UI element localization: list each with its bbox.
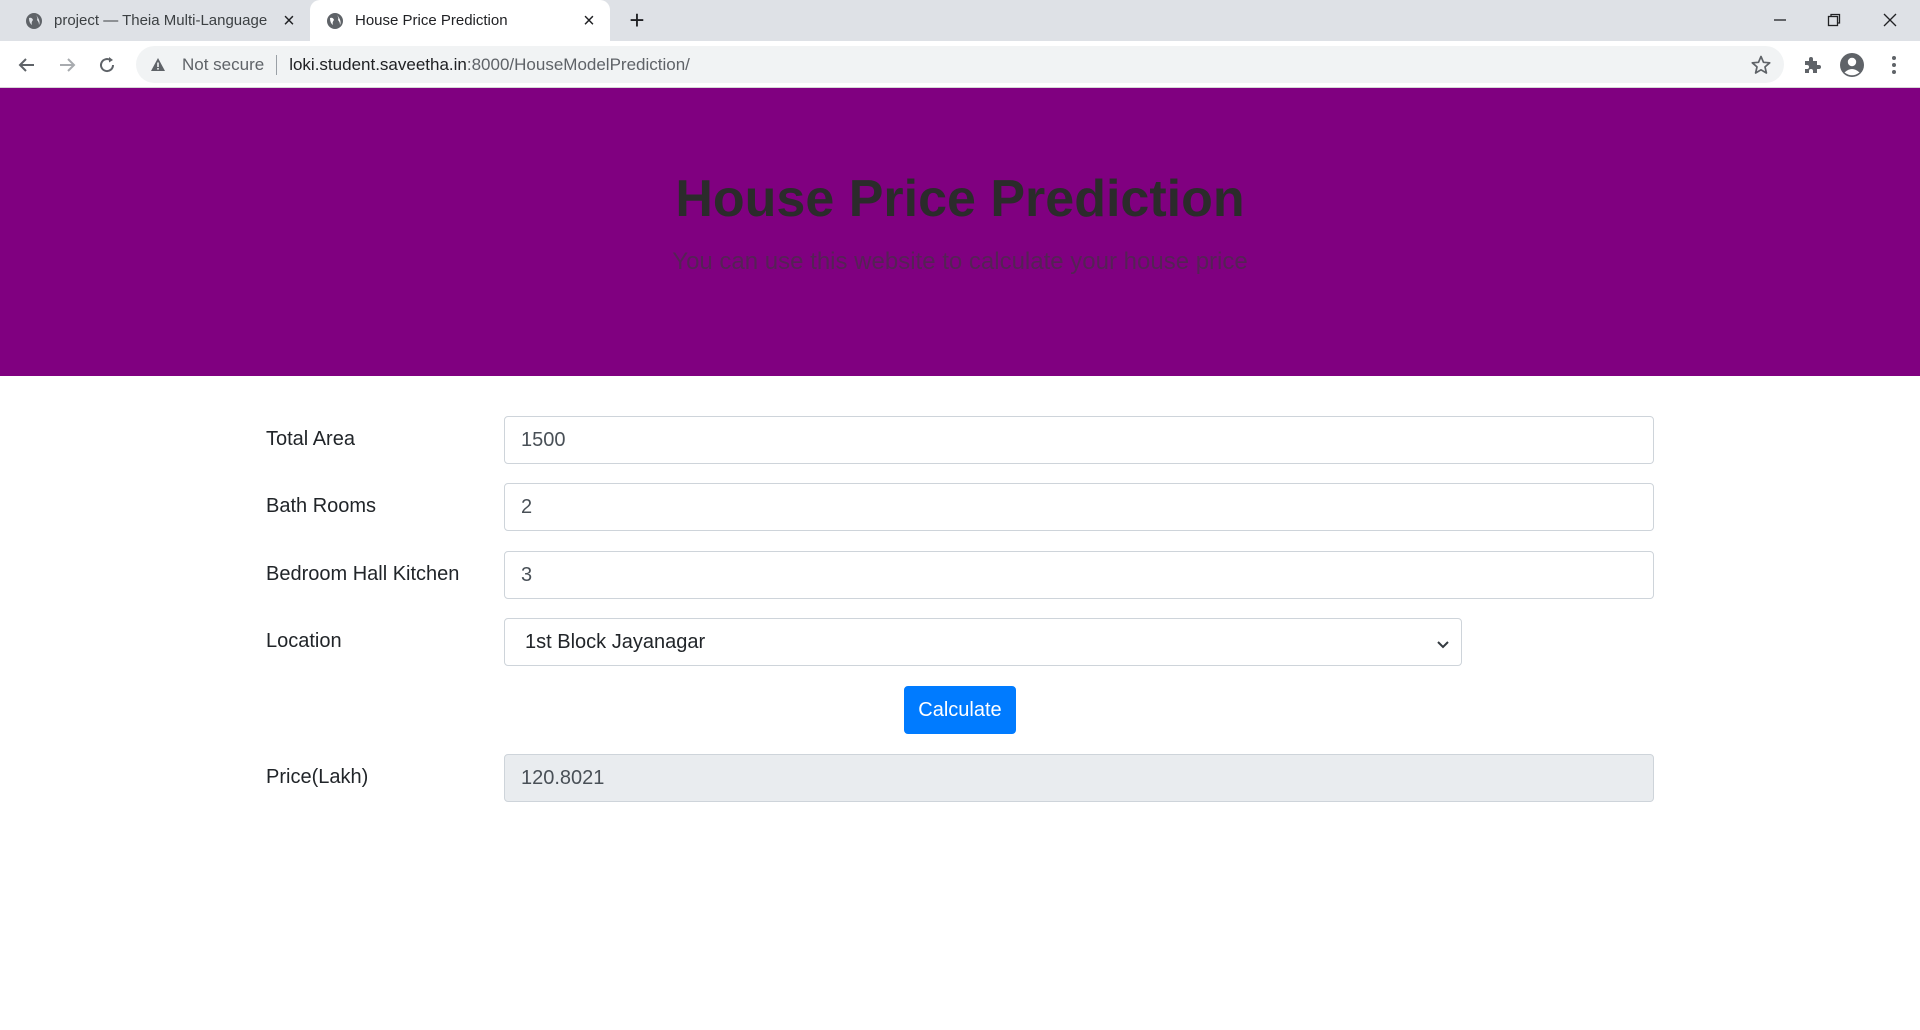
price-label: Price(Lakh) xyxy=(266,766,369,788)
globe-icon xyxy=(24,11,44,31)
address-bar[interactable]: Not secure loki.student.saveetha.in :800… xyxy=(136,46,1784,83)
new-tab-button[interactable]: + xyxy=(624,7,650,34)
minimize-icon[interactable] xyxy=(1752,4,1808,36)
security-status[interactable]: Not secure xyxy=(182,55,264,75)
divider xyxy=(276,54,278,75)
bhk-label: Bedroom Hall Kitchen xyxy=(266,563,460,585)
location-selected-value: 1st Block Jayanagar xyxy=(525,630,706,653)
close-window-icon[interactable] xyxy=(1862,4,1918,36)
back-arrow-icon[interactable] xyxy=(13,51,41,79)
price-output: 120.8021 xyxy=(504,754,1654,802)
bath-rooms-label: Bath Rooms xyxy=(266,495,377,517)
total-area-label: Total Area xyxy=(266,428,355,450)
forward-arrow-icon[interactable] xyxy=(53,51,81,79)
tab-project-theia[interactable]: project — Theia Multi-Language × xyxy=(0,0,310,41)
calculate-button[interactable]: Calculate xyxy=(904,686,1016,734)
page-subtitle: You can use this website to calculate yo… xyxy=(672,248,1248,275)
url-path: :8000/HouseModelPrediction/ xyxy=(466,54,690,74)
tab-title: project — Theia Multi-Language xyxy=(54,12,268,29)
bookmark-star-icon[interactable] xyxy=(1750,54,1772,76)
tab-title: House Price Prediction xyxy=(355,12,508,29)
location-label: Location xyxy=(266,630,342,652)
more-menu-icon[interactable] xyxy=(1880,51,1908,79)
tab-house-price-prediction[interactable]: House Price Prediction × xyxy=(310,0,610,41)
bath-rooms-row: Bath Rooms 2 xyxy=(266,483,1654,531)
url-host: loki.student.saveetha.in xyxy=(289,54,467,74)
warning-icon[interactable] xyxy=(150,57,170,73)
bath-rooms-input[interactable]: 2 xyxy=(504,483,1654,531)
extensions-puzzle-icon[interactable] xyxy=(1798,51,1826,79)
page-title: House Price Prediction xyxy=(675,170,1245,228)
bhk-input[interactable]: 3 xyxy=(504,551,1654,599)
location-row: Location 1st Block Jayanagar xyxy=(266,618,1654,666)
location-select[interactable]: 1st Block Jayanagar xyxy=(504,618,1462,666)
close-tab-icon[interactable]: × xyxy=(578,10,600,32)
tab-strip: project — Theia Multi-Language × House P… xyxy=(0,0,1920,41)
hero-banner: House Price Prediction You can use this … xyxy=(0,88,1920,376)
total-area-input[interactable]: 1500 xyxy=(504,416,1654,464)
total-area-row: Total Area 1500 xyxy=(266,416,1654,464)
browser-toolbar: Not secure loki.student.saveetha.in :800… xyxy=(0,41,1920,88)
price-row: Price(Lakh) 120.8021 xyxy=(266,754,1654,802)
bhk-row: Bedroom Hall Kitchen 3 xyxy=(266,551,1654,599)
reload-icon[interactable] xyxy=(93,51,121,79)
profile-avatar-icon[interactable] xyxy=(1838,51,1866,79)
chevron-down-icon xyxy=(1435,635,1451,651)
restore-icon[interactable] xyxy=(1806,4,1862,36)
globe-icon xyxy=(325,11,345,31)
close-tab-icon[interactable]: × xyxy=(278,10,300,32)
